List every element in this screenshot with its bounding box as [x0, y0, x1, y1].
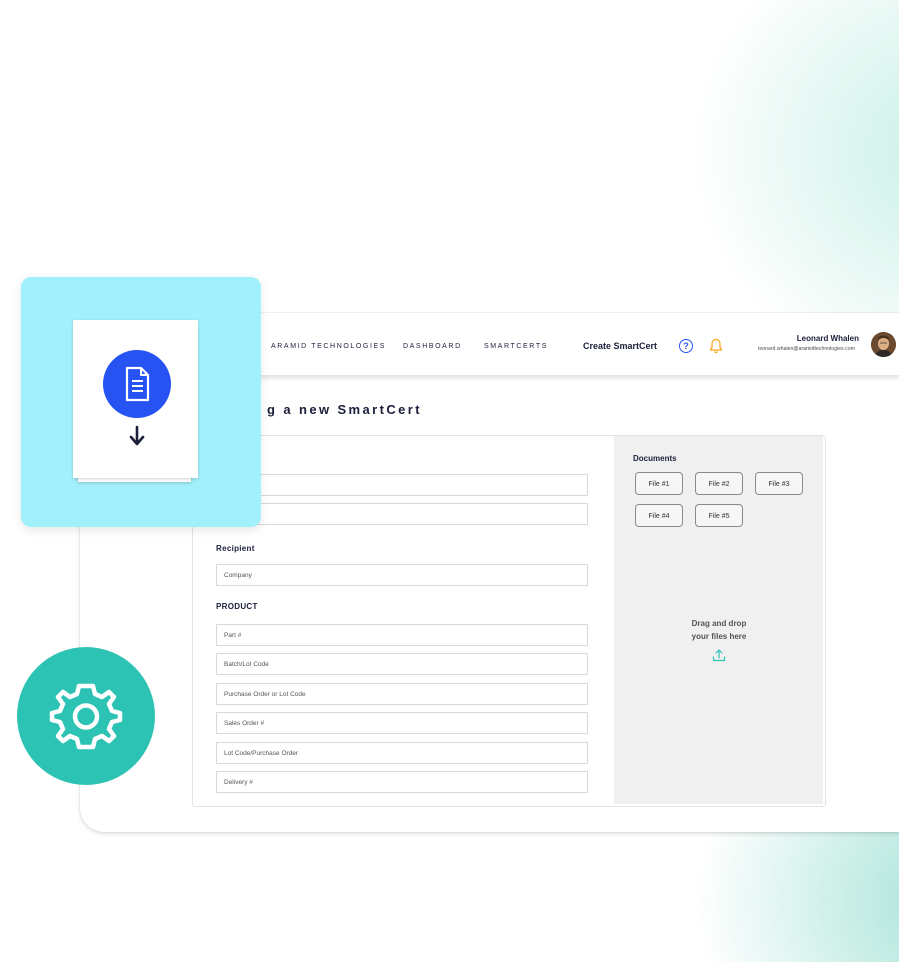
sender-locations-field[interactable]: tions — [216, 503, 588, 525]
part-number-field[interactable]: Part # — [216, 624, 588, 646]
delivery-number-field[interactable]: Delivery # — [216, 771, 588, 793]
drop-text-line-1: Drag and drop — [691, 619, 747, 628]
file-button-4[interactable]: File #4 — [635, 504, 683, 527]
upload-icon — [712, 649, 726, 662]
batch-lot-code-field[interactable]: Batch/Lot Code — [216, 653, 588, 675]
file-button-2[interactable]: File #2 — [695, 472, 743, 495]
user-email: leonard.whalen@aramidtechnologies.com — [758, 346, 855, 352]
product-label: PRODUCT — [216, 602, 258, 611]
page-title: g a new SmartCert — [267, 402, 422, 417]
document-icon-circle — [103, 350, 171, 418]
file-button-3[interactable]: File #3 — [755, 472, 803, 495]
arrow-down-icon — [129, 425, 145, 446]
company-name[interactable]: ARAMID TECHNOLOGIES — [271, 343, 386, 350]
purchase-order-field[interactable]: Purchase Order or Lot Code — [216, 683, 588, 705]
settings-button[interactable] — [17, 647, 155, 785]
document-icon — [125, 366, 150, 402]
recipient-label: Recipient — [216, 544, 255, 553]
file-button-5[interactable]: File #5 — [695, 504, 743, 527]
user-name: Leonard Whalen — [796, 334, 859, 343]
gear-icon — [49, 683, 123, 750]
avatar-portrait — [871, 332, 896, 357]
bell-icon[interactable] — [709, 338, 723, 354]
avatar[interactable] — [871, 332, 896, 357]
documents-title: Documents — [633, 454, 677, 463]
lot-code-purchase-order-field[interactable]: Lot Code/Purchase Order — [216, 742, 588, 764]
help-icon[interactable]: ? — [679, 339, 693, 353]
create-smartcert-link[interactable]: Create SmartCert — [583, 341, 657, 351]
nav-smartcerts[interactable]: SMARTCERTS — [484, 343, 548, 350]
file-button-1[interactable]: File #1 — [635, 472, 683, 495]
nav-dashboard[interactable]: DASHBOARD — [403, 343, 462, 350]
sender-name-field[interactable]: c — [216, 474, 588, 496]
company-field[interactable]: Company — [216, 564, 588, 586]
file-drop-zone[interactable]: Drag and drop your files here — [660, 617, 778, 662]
drop-text-line-2: your files here — [691, 632, 747, 641]
sales-order-field[interactable]: Sales Order # — [216, 712, 588, 734]
